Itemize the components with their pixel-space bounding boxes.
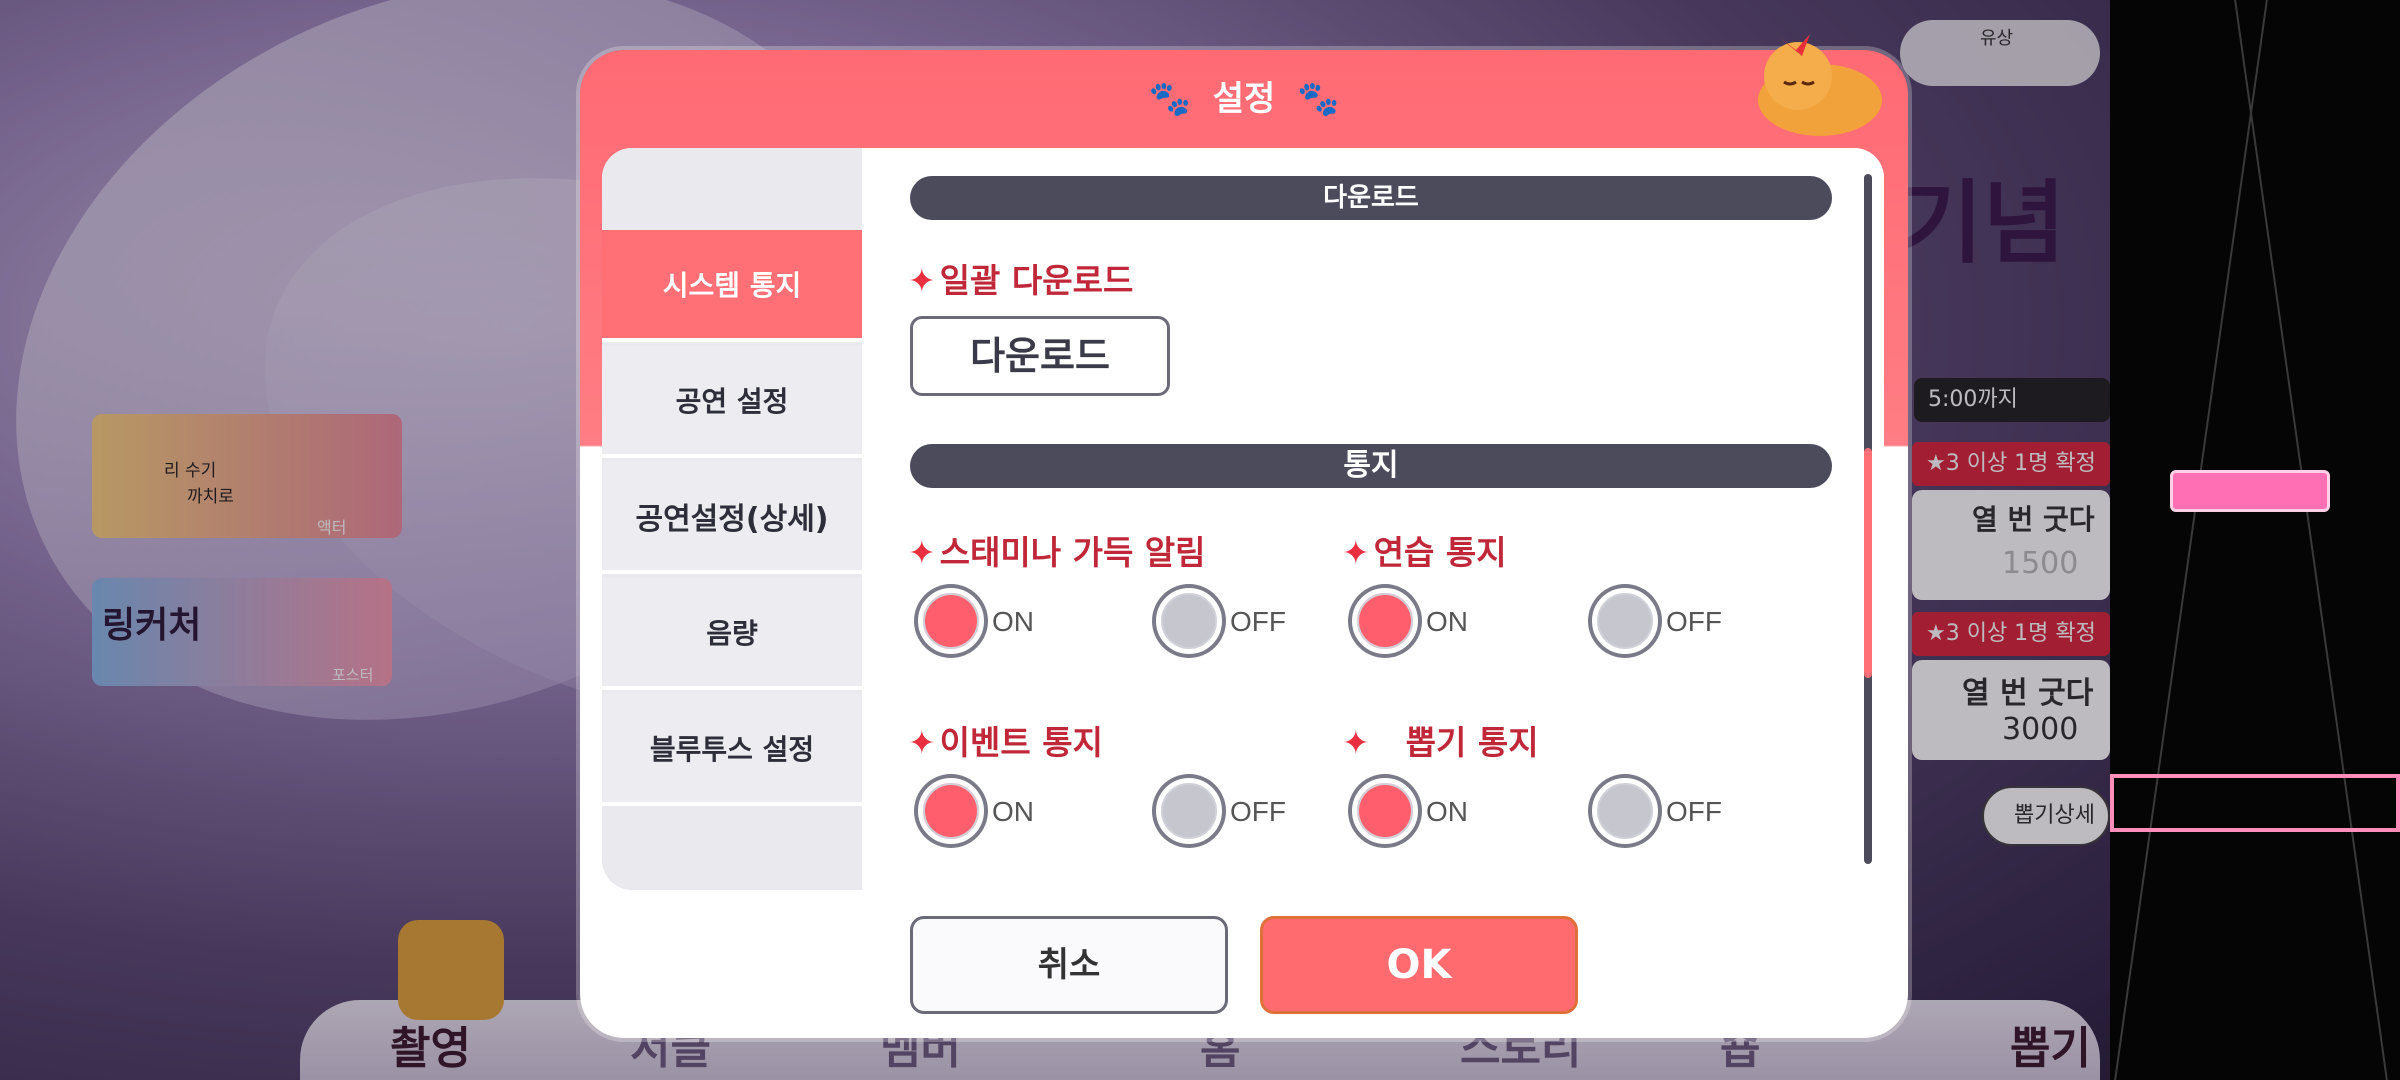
download-button[interactable]: 다운로드 (910, 316, 1170, 396)
gacha-notify-text: 뽑기 통지 (1405, 723, 1539, 762)
gacha-on-radio[interactable] (1352, 778, 1418, 844)
gacha-off-radio[interactable] (1592, 778, 1658, 844)
radio-label-off: OFF (1230, 606, 1286, 637)
radio-label-off: OFF (1666, 606, 1722, 637)
scrollbar-thumb[interactable] (1864, 448, 1872, 678)
event-notify-label: ✦ 이벤트 통지 (908, 716, 1103, 764)
section-header-download: 다운로드 (910, 176, 1832, 220)
paw-icon: 🐾 (1148, 79, 1191, 119)
bulk-download-text: 일괄 다운로드 (939, 261, 1134, 300)
paw-icon: 🐾 (1297, 79, 1340, 119)
tab-volume[interactable]: 음량 (602, 578, 862, 690)
stamina-on-radio[interactable] (918, 588, 984, 654)
radio-label-off: OFF (1230, 796, 1286, 827)
dialog-title: 설정 (1212, 79, 1276, 119)
tab-system-notify[interactable]: 시스템 통지 (602, 230, 862, 342)
event-notify-text: 이벤트 통지 (939, 723, 1103, 762)
radio-label-on: ON (992, 606, 1034, 637)
practice-on-radio[interactable] (1352, 588, 1418, 654)
rhythm-note (2170, 470, 2330, 512)
sparkle-icon: ✦ (1342, 533, 1370, 572)
section-header-notify: 통지 (910, 444, 1832, 488)
judgement-line (2110, 774, 2400, 832)
lane-line (2114, 0, 2268, 1080)
radio-label-on: ON (992, 796, 1034, 827)
settings-body: 시스템 통지 공연 설정 공연설정(상세) 음량 블루투스 설정 다운로드 ✦ 일… (602, 148, 1884, 890)
sparkle-icon: ✦ (908, 261, 936, 300)
settings-tab-list: 시스템 통지 공연 설정 공연설정(상세) 음량 블루투스 설정 (602, 148, 862, 890)
settings-content: 다운로드 ✦ 일괄 다운로드 다운로드 통지 ✦ 스태미나 가득 알림 ON OFF… (862, 148, 1884, 890)
rhythm-lane-panel (2110, 0, 2400, 1080)
tab-performance[interactable]: 공연 설정 (602, 346, 862, 458)
tab-bluetooth[interactable]: 블루투스 설정 (602, 694, 862, 806)
sparkle-icon: ✦ (908, 533, 936, 572)
practice-notify-text: 연습 통지 (1373, 533, 1507, 572)
ok-button[interactable]: OK (1260, 916, 1578, 1014)
sleeping-cat-icon (1758, 34, 1882, 136)
bulk-download-label: ✦ 일괄 다운로드 (908, 254, 1133, 302)
dialog-header: 🐾 설정 🐾 (580, 50, 1908, 148)
sparkle-icon: ✦ (1342, 723, 1370, 762)
event-off-radio[interactable] (1156, 778, 1222, 844)
lane-line (2234, 0, 2388, 1080)
stamina-notify-text: 스태미나 가득 알림 (939, 533, 1206, 572)
cancel-button[interactable]: 취소 (910, 916, 1228, 1014)
radio-label-off: OFF (1666, 796, 1722, 827)
settings-dialog: 🐾 설정 🐾 시스템 통지 공연 설정 공연설정(상세) 음량 블루투스 설정 … (580, 34, 1908, 1038)
stamina-off-radio[interactable] (1156, 588, 1222, 654)
tab-performance-detail[interactable]: 공연설정(상세) (602, 462, 862, 574)
radio-label-on: ON (1426, 796, 1468, 827)
practice-notify-label: ✦ 연습 통지 (1342, 526, 1507, 574)
stamina-notify-label: ✦ 스태미나 가득 알림 (908, 526, 1206, 574)
event-on-radio[interactable] (918, 778, 984, 844)
gacha-notify-label: ✦ 뽑기 통지 (1342, 716, 1539, 764)
practice-off-radio[interactable] (1592, 588, 1658, 654)
radio-label-on: ON (1426, 606, 1468, 637)
sparkle-icon: ✦ (908, 723, 936, 762)
